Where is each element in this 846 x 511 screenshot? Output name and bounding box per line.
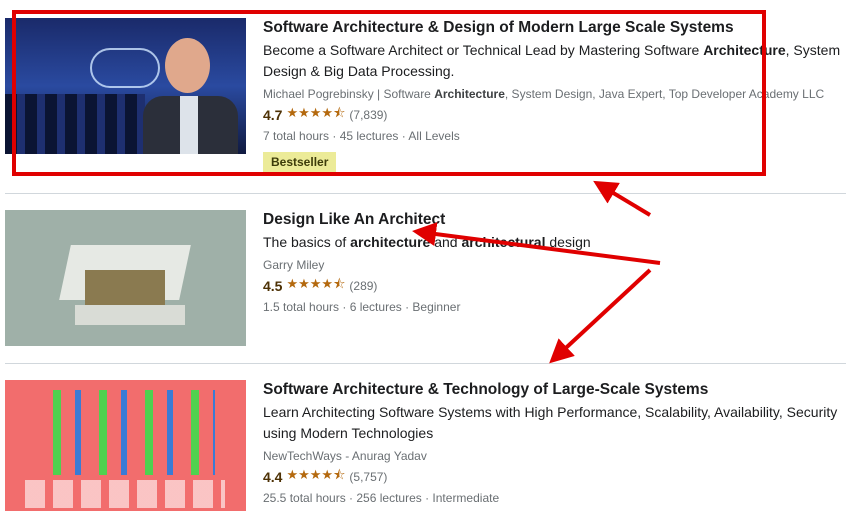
annotation-arrows (412, 180, 661, 364)
arrow-icon (593, 180, 652, 217)
arrow-icon (549, 268, 652, 364)
arrow-icon (412, 222, 661, 265)
